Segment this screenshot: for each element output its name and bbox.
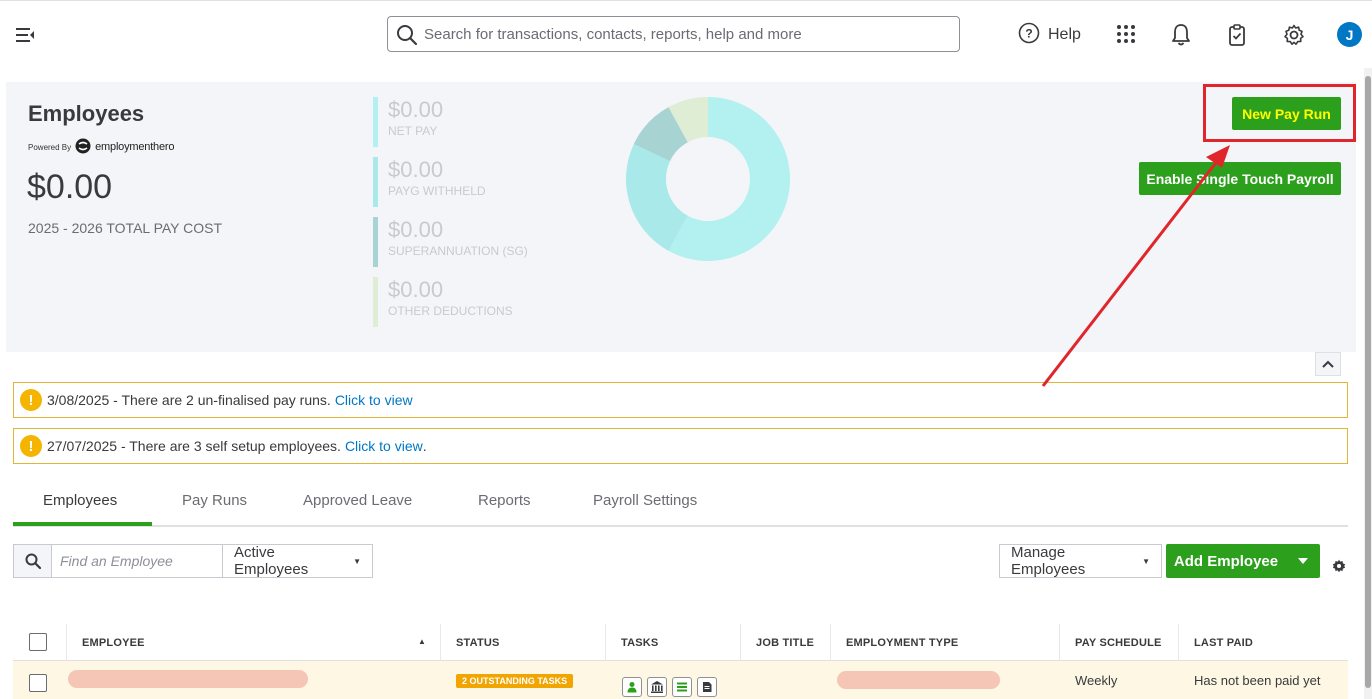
row-checkbox[interactable]: [29, 674, 47, 692]
employee-filter-dropdown[interactable]: Active Employees ▼: [222, 544, 373, 578]
column-last-paid[interactable]: LAST PAID: [1194, 637, 1253, 649]
alert-text: 3/08/2025 - There are 2 un-finalised pay…: [47, 392, 331, 408]
metric-value: $0.00: [388, 157, 444, 182]
column-status[interactable]: STATUS: [456, 637, 500, 649]
help-icon: ?: [1018, 22, 1040, 49]
metric-value: $0.00: [388, 217, 444, 242]
sort-asc-icon[interactable]: ▲: [418, 637, 426, 646]
payroll-tabs: Employees Pay Runs Approved Leave Report…: [13, 480, 1348, 527]
powered-by-brand: employmenthero: [95, 141, 175, 153]
add-employee-menu-toggle[interactable]: [1286, 544, 1320, 578]
redacted-employment-type: [837, 671, 1000, 689]
metric-net-pay: $0.00 NET PAY: [373, 97, 533, 147]
global-search[interactable]: [387, 16, 960, 52]
caret-down-icon: ▼: [353, 556, 361, 566]
employee-filter-label: Active Employees: [234, 544, 309, 578]
employee-table-header: EMPLOYEE ▲ STATUS TASKS JOB TITLE EMPLOY…: [13, 624, 1348, 661]
column-divider: [1059, 624, 1060, 661]
gear-icon[interactable]: [1282, 23, 1306, 47]
column-employee[interactable]: EMPLOYEE: [82, 637, 145, 649]
column-tasks[interactable]: TASKS: [621, 637, 658, 649]
tab-reports[interactable]: Reports: [478, 492, 531, 509]
bell-icon[interactable]: [1170, 23, 1194, 47]
alert-link[interactable]: Click to view: [335, 392, 413, 408]
help-label: Help: [1048, 26, 1081, 43]
column-divider: [1178, 624, 1179, 661]
last-paid-cell: Has not been paid yet: [1194, 673, 1321, 688]
search-icon[interactable]: [14, 545, 52, 577]
alert-suffix: .: [422, 438, 427, 454]
menu-toggle-icon[interactable]: [14, 25, 38, 45]
add-employee-split-button[interactable]: Add Employee: [1166, 544, 1320, 578]
task-person-icon[interactable]: [622, 677, 642, 697]
page-scrollbar[interactable]: [1364, 68, 1372, 699]
metric-value: $0.00: [388, 277, 444, 302]
metric-label: OTHER DEDUCTIONS: [388, 304, 513, 318]
tab-payroll-settings[interactable]: Payroll Settings: [593, 492, 697, 509]
manage-employees-dropdown[interactable]: Manage Employees ▼: [999, 544, 1162, 578]
metric-superannuation: $0.00 SUPERANNUATION (SG): [373, 217, 533, 267]
payroll-summary-panel: Employees Powered By employmenthero $0.0…: [6, 82, 1356, 352]
alert-unfinalised-payruns: ! 3/08/2025 - There are 2 un-finalised p…: [13, 382, 1348, 418]
chevron-up-icon: [1322, 360, 1334, 368]
pay-breakdown-donut: [626, 97, 790, 261]
column-employment-type[interactable]: EMPLOYMENT TYPE: [846, 637, 958, 649]
tab-approved-leave[interactable]: Approved Leave: [303, 492, 412, 509]
alert-self-setup-employees: ! 27/07/2025 - There are 3 self setup em…: [13, 428, 1348, 464]
column-divider: [830, 624, 831, 661]
search-input[interactable]: [424, 17, 954, 51]
task-list-icon[interactable]: [672, 677, 692, 697]
top-bar: ? Help J: [0, 0, 1372, 68]
metric-label: PAYG WITHHELD: [388, 184, 486, 198]
select-all-checkbox[interactable]: [29, 633, 47, 651]
manage-employees-label: Manage Employees: [1011, 544, 1086, 578]
scrollbar-thumb[interactable]: [1365, 76, 1371, 688]
metric-label: SUPERANNUATION (SG): [388, 244, 528, 258]
tab-employees[interactable]: Employees: [43, 492, 117, 509]
warning-icon: !: [20, 435, 42, 457]
total-pay-cost: $0.00: [27, 168, 113, 206]
user-avatar[interactable]: J: [1337, 22, 1362, 47]
task-bank-icon[interactable]: [647, 677, 667, 697]
page-title: Employees: [28, 101, 145, 126]
metric-label: NET PAY: [388, 124, 438, 138]
enable-stp-button[interactable]: Enable Single Touch Payroll: [1139, 162, 1341, 195]
svg-text:?: ?: [1025, 26, 1032, 40]
find-employee-input[interactable]: [60, 545, 220, 577]
apps-grid-icon[interactable]: [1115, 23, 1139, 47]
task-document-icon[interactable]: [697, 677, 717, 697]
alert-text: 27/07/2025 - There are 3 self setup empl…: [47, 438, 341, 454]
collapse-summary-button[interactable]: [1315, 352, 1341, 376]
column-pay-schedule[interactable]: PAY SCHEDULE: [1075, 637, 1162, 649]
column-divider: [66, 624, 67, 661]
new-pay-run-button[interactable]: New Pay Run: [1232, 97, 1341, 130]
status-badge[interactable]: 2 OUTSTANDING TASKS: [456, 674, 574, 688]
column-divider: [740, 624, 741, 661]
powered-by-label: Powered By: [28, 142, 72, 152]
help-button[interactable]: ? Help: [1018, 22, 1081, 49]
table-settings-gear-icon[interactable]: [1332, 559, 1346, 573]
redacted-employee-name[interactable]: [68, 670, 308, 688]
warning-icon: !: [20, 389, 42, 411]
add-employee-button[interactable]: Add Employee: [1166, 544, 1286, 578]
caret-down-icon: [1298, 558, 1308, 564]
pay-schedule-cell: Weekly: [1075, 673, 1118, 688]
metric-other-deductions: $0.00 OTHER DEDUCTIONS: [373, 277, 533, 327]
employmenthero-logo-icon: [75, 138, 91, 156]
search-icon: [396, 24, 418, 51]
caret-down-icon: ▼: [1142, 556, 1150, 566]
metric-value: $0.00: [388, 97, 444, 122]
column-divider: [440, 624, 441, 661]
metric-payg-withheld: $0.00 PAYG WITHHELD: [373, 157, 533, 207]
powered-by: Powered By employmenthero: [28, 138, 174, 156]
alert-link[interactable]: Click to view: [345, 438, 423, 454]
tab-pay-runs[interactable]: Pay Runs: [182, 492, 247, 509]
clipboard-check-icon[interactable]: [1226, 23, 1250, 47]
column-divider: [605, 624, 606, 661]
total-pay-cost-label: 2025 - 2026 TOTAL PAY COST: [28, 220, 223, 236]
table-row[interactable]: 2 OUTSTANDING TASKS Weekly Has not been …: [13, 661, 1348, 699]
column-job-title[interactable]: JOB TITLE: [756, 637, 814, 649]
find-employee-field[interactable]: [13, 544, 223, 578]
active-tab-indicator: [13, 522, 152, 526]
